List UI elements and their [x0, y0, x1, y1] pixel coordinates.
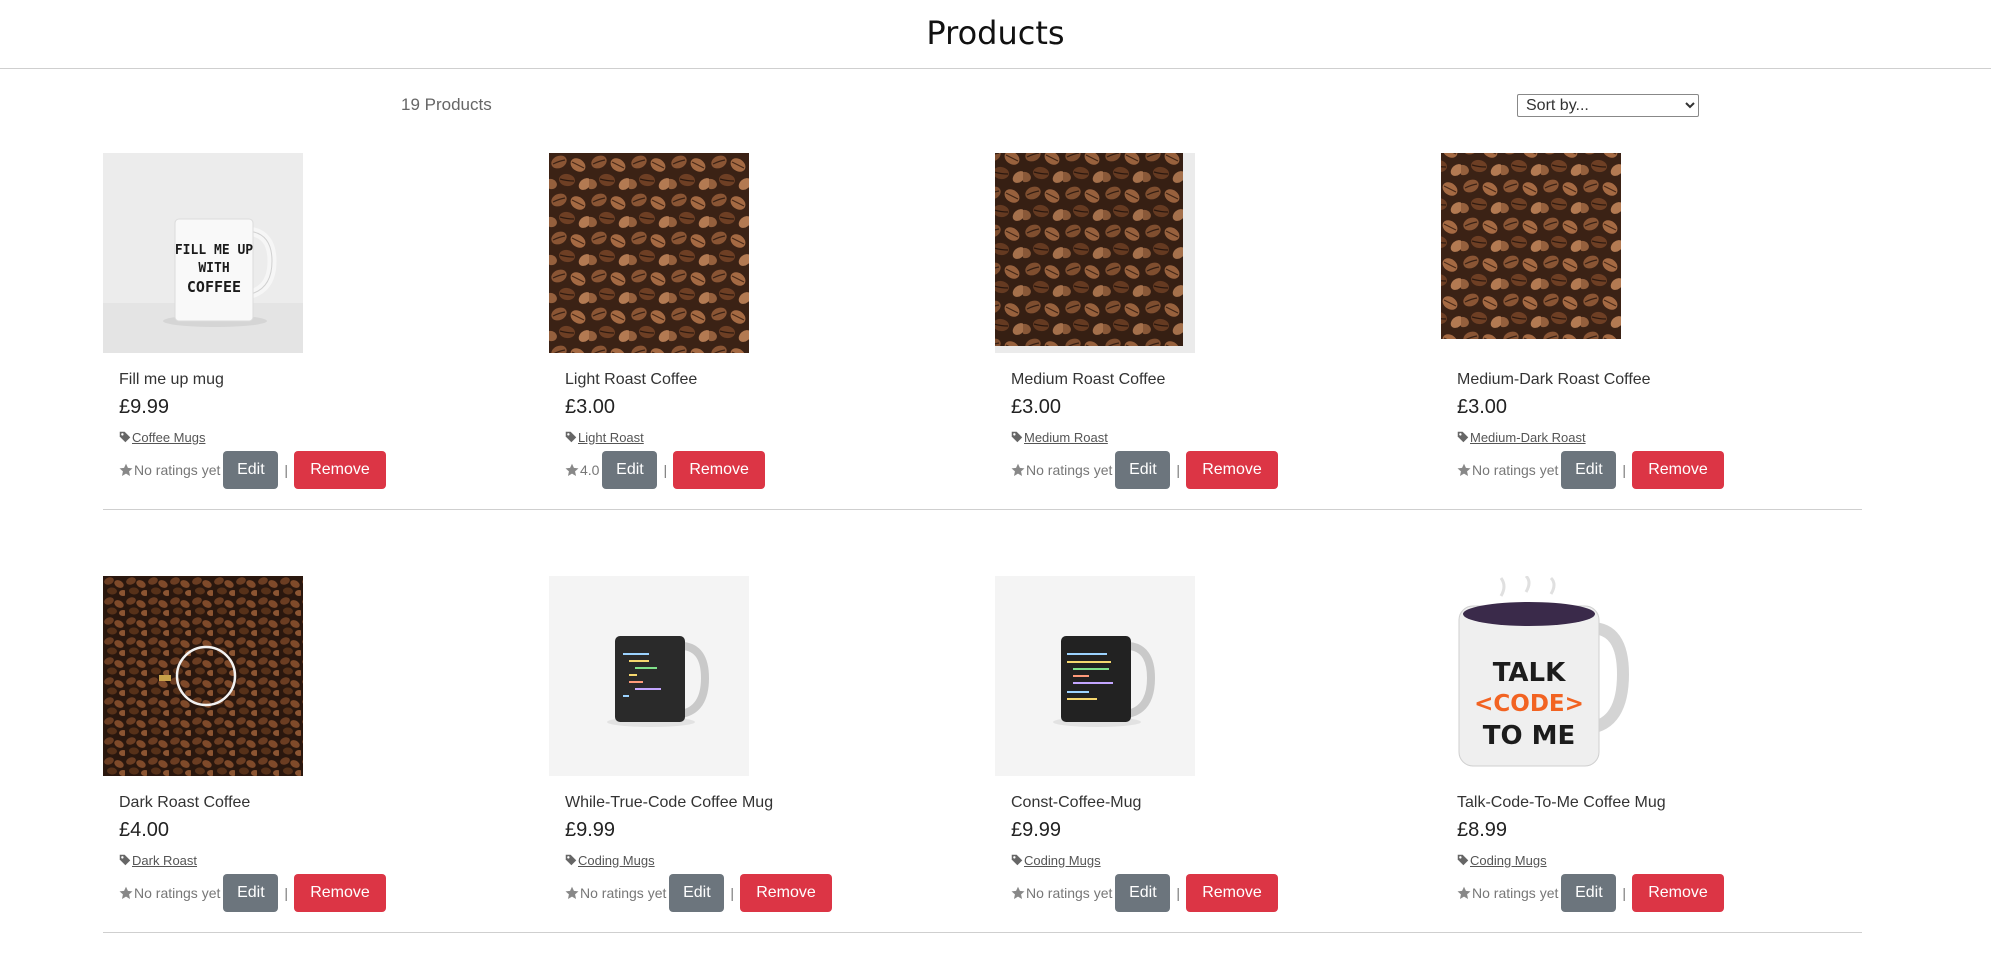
product-rating: No ratings yet [134, 462, 221, 478]
product-name[interactable]: Medium Roast Coffee [1011, 371, 1411, 393]
product-price: £4.00 [119, 819, 170, 841]
product-image[interactable] [549, 576, 749, 776]
star-icon [1457, 886, 1471, 900]
product-rating: No ratings yet [580, 885, 667, 901]
star-icon [565, 463, 579, 477]
product-price: £9.99 [565, 819, 616, 841]
remove-button[interactable]: Remove [1632, 874, 1725, 912]
product-category-link[interactable]: Light Roast [578, 430, 644, 445]
product-card: Const-Coffee-Mug £9.99 Coding Mugs No ra… [995, 576, 1415, 916]
remove-button[interactable]: Remove [294, 451, 387, 489]
edit-button[interactable]: Edit [1561, 874, 1617, 912]
product-price: £9.99 [1011, 819, 1062, 841]
product-category-link[interactable]: Medium-Dark Roast [1470, 430, 1586, 445]
star-icon [1457, 463, 1471, 477]
tag-icon [565, 854, 577, 866]
product-image[interactable]: TALK <CODE> TO ME [1441, 576, 1641, 776]
action-separator: | [730, 885, 735, 901]
edit-button[interactable]: Edit [669, 874, 725, 912]
star-icon [1011, 463, 1025, 477]
product-name[interactable]: Fill me up mug [119, 371, 519, 393]
star-icon [565, 886, 579, 900]
product-category-link[interactable]: Coding Mugs [1024, 853, 1101, 868]
star-icon [119, 463, 133, 477]
action-separator: | [1622, 885, 1627, 901]
edit-button[interactable]: Edit [223, 451, 279, 489]
remove-button[interactable]: Remove [1186, 451, 1279, 489]
product-rating: No ratings yet [1026, 462, 1113, 478]
edit-button[interactable]: Edit [1561, 451, 1617, 489]
product-name[interactable]: While-True-Code Coffee Mug [565, 794, 965, 816]
talk-mug-print-line1: TALK [1493, 658, 1566, 688]
tag-icon [1011, 854, 1023, 866]
product-name[interactable]: Light Roast Coffee [565, 371, 965, 393]
talk-mug-print-line3: TO ME [1483, 721, 1576, 751]
product-card: Light Roast Coffee £3.00 Light Roast 4.0… [549, 153, 969, 493]
remove-button[interactable]: Remove [740, 874, 833, 912]
product-card: While-True-Code Coffee Mug £9.99 Coding … [549, 576, 969, 916]
star-icon [119, 886, 133, 900]
product-card: Medium-Dark Roast Coffee £3.00 Medium-Da… [1441, 153, 1861, 493]
product-card: TALK <CODE> TO ME Talk-Code-To-Me Coffee… [1441, 576, 1861, 916]
product-card: Dark Roast Coffee £4.00 Dark Roast No ra… [103, 576, 523, 916]
product-name[interactable]: Dark Roast Coffee [119, 794, 519, 816]
remove-button[interactable]: Remove [1186, 874, 1279, 912]
edit-button[interactable]: Edit [1115, 451, 1171, 489]
product-card: FILL ME UP WITH COFFEE Fill me up mug £9… [103, 153, 523, 493]
talk-mug-print-line2: <CODE> [1474, 691, 1584, 717]
product-price: £8.99 [1457, 819, 1508, 841]
product-price: £3.00 [565, 396, 616, 418]
remove-button[interactable]: Remove [294, 874, 387, 912]
edit-button[interactable]: Edit [223, 874, 279, 912]
product-image[interactable] [549, 153, 749, 353]
product-rating: No ratings yet [1026, 885, 1113, 901]
product-image[interactable] [1441, 153, 1641, 353]
tag-icon [119, 431, 131, 443]
product-category-link[interactable]: Medium Roast [1024, 430, 1108, 445]
tag-icon [1457, 431, 1469, 443]
product-category-link[interactable]: Coffee Mugs [132, 430, 205, 445]
edit-button[interactable]: Edit [602, 451, 658, 489]
product-rating: 4.0 [580, 462, 600, 478]
remove-button[interactable]: Remove [673, 451, 766, 489]
tag-icon [119, 854, 131, 866]
product-price: £3.00 [1457, 396, 1508, 418]
edit-button[interactable]: Edit [1115, 874, 1171, 912]
product-rating: No ratings yet [1472, 885, 1559, 901]
product-name[interactable]: Const-Coffee-Mug [1011, 794, 1411, 816]
star-icon [1011, 886, 1025, 900]
remove-button[interactable]: Remove [1632, 451, 1725, 489]
product-card: Medium Roast Coffee £3.00 Medium Roast N… [995, 153, 1415, 493]
action-separator: | [1622, 462, 1627, 478]
action-separator: | [1176, 885, 1181, 901]
product-category-link[interactable]: Coding Mugs [1470, 853, 1547, 868]
product-price: £9.99 [119, 396, 170, 418]
product-image[interactable]: FILL ME UP WITH COFFEE [103, 153, 303, 353]
mug-print-line1: FILL ME UP [175, 243, 253, 258]
tag-icon [1011, 431, 1023, 443]
product-category-link[interactable]: Coding Mugs [578, 853, 655, 868]
action-separator: | [284, 885, 289, 901]
action-separator: | [284, 462, 289, 478]
product-rating: No ratings yet [1472, 462, 1559, 478]
tag-icon [1457, 854, 1469, 866]
product-image[interactable] [995, 153, 1195, 353]
page-header: Products [0, 0, 1991, 69]
product-name[interactable]: Talk-Code-To-Me Coffee Mug [1457, 794, 1857, 816]
product-row: FILL ME UP WITH COFFEE Fill me up mug £9… [103, 100, 1862, 510]
action-separator: | [663, 462, 668, 478]
product-name[interactable]: Medium-Dark Roast Coffee [1457, 371, 1857, 393]
page-title: Products [926, 14, 1065, 52]
product-rating: No ratings yet [134, 885, 221, 901]
action-separator: | [1176, 462, 1181, 478]
tag-icon [565, 431, 577, 443]
product-row: Dark Roast Coffee £4.00 Dark Roast No ra… [103, 523, 1862, 933]
product-price: £3.00 [1011, 396, 1062, 418]
mug-print-line3: COFFEE [187, 278, 241, 296]
product-image[interactable] [995, 576, 1195, 776]
product-category-link[interactable]: Dark Roast [132, 853, 197, 868]
product-image[interactable] [103, 576, 303, 776]
mug-print-line2: WITH [198, 261, 229, 276]
